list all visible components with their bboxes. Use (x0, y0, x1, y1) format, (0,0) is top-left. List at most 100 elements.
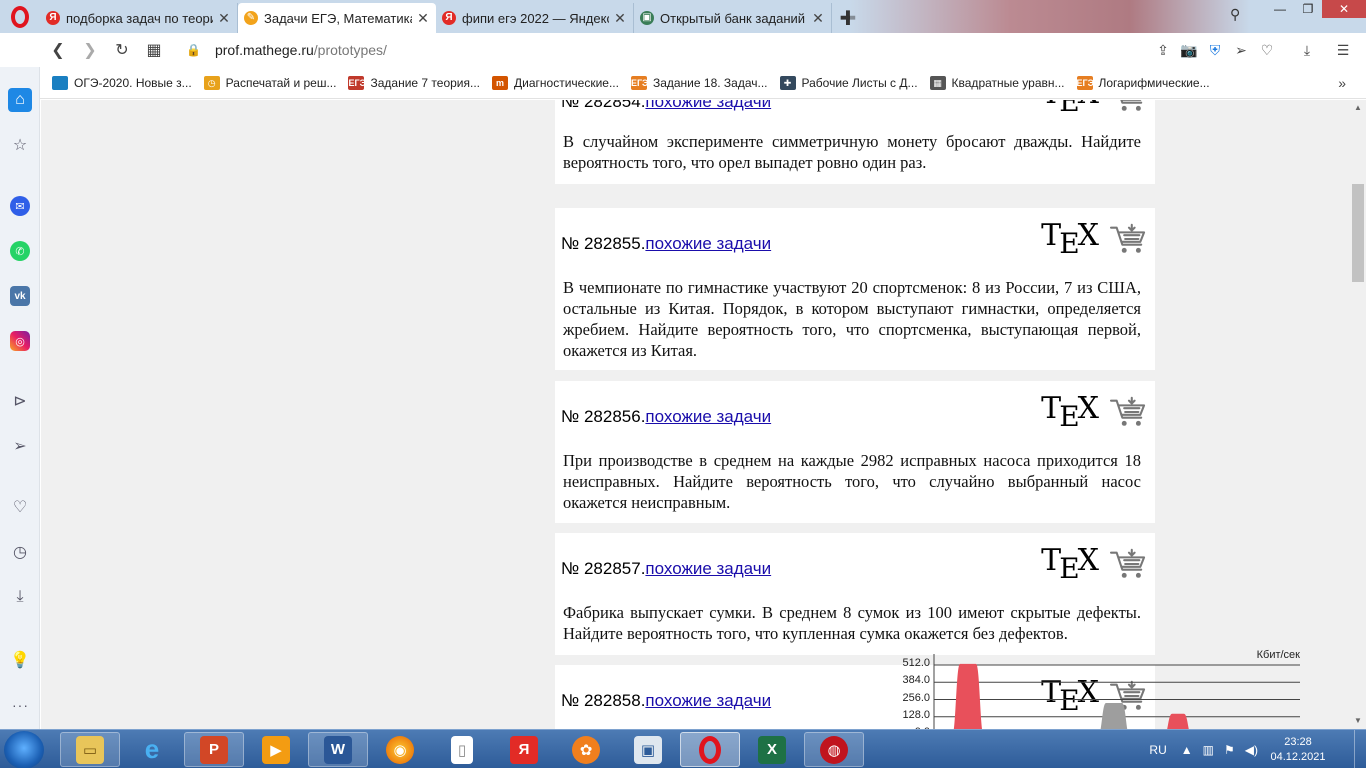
word-taskbar-button[interactable]: W (308, 732, 368, 767)
media-taskbar-button[interactable]: ▶ (246, 732, 306, 767)
notepad-taskbar-button[interactable]: ▯ (432, 732, 492, 767)
ie-taskbar-button[interactable]: e (122, 732, 182, 767)
downloads-icon[interactable]: ⤓ (8, 585, 32, 609)
whatsapp-icon[interactable]: ✆ (10, 241, 30, 261)
similar-problems-link[interactable]: похожие задачи (645, 100, 771, 111)
bookmark-label: Квадратные уравн... (951, 75, 1065, 90)
browser-tab[interactable]: Яфипи егэ 2022 — Яндекс: ✕ (436, 3, 634, 33)
favorites-heart-icon[interactable]: ♡ (8, 495, 32, 519)
clock-date: 04.12.2021 (1270, 750, 1326, 763)
bookmark-item[interactable]: ЕГЭ Логарифмические... (1076, 75, 1210, 90)
close-tab-icon[interactable]: ✕ (217, 10, 231, 27)
start-button[interactable] (4, 731, 44, 768)
scrollbar-thumb[interactable] (1352, 184, 1364, 282)
tab-title: подборка задач по теории (66, 10, 213, 26)
close-tab-icon[interactable]: ✕ (416, 10, 430, 27)
tex-button[interactable]: TEX (1041, 391, 1099, 433)
maximize-button[interactable]: ❐ (1294, 0, 1322, 18)
problem-number: № 282858. (561, 691, 646, 710)
add-to-cart-icon[interactable] (1109, 100, 1147, 114)
bookmarks-more-icon[interactable]: » (1338, 75, 1346, 91)
similar-problems-link[interactable]: похожие задачи (645, 691, 771, 710)
forward-button[interactable]: ❯ (74, 33, 106, 67)
bulb-icon[interactable]: 💡 (8, 648, 32, 672)
browser-tab[interactable]: Яподборка задач по теории ✕ (40, 3, 238, 33)
tex-letter-t: T (1041, 543, 1061, 578)
messenger-icon[interactable]: ✉ (10, 196, 30, 216)
bookmark-label: Задание 18. Задач... (652, 75, 768, 90)
add-to-cart-icon[interactable] (1109, 395, 1147, 429)
add-to-cart-icon[interactable] (1109, 547, 1147, 581)
snapshot-icon[interactable]: 📷 (1176, 42, 1202, 59)
player-icon[interactable]: ⊳ (8, 389, 32, 413)
scroll-up-icon[interactable]: ▲ (1350, 100, 1366, 116)
easy-setup-icon[interactable]: ☰ (1330, 42, 1356, 59)
bookmark-item[interactable]: ОГЭ-2020. Новые з... (52, 75, 192, 90)
close-tab-icon[interactable]: ✕ (811, 10, 825, 27)
close-tab-icon[interactable]: ✕ (613, 10, 627, 27)
bookmark-item[interactable]: ✚ Рабочие Листы с Д... (779, 75, 918, 90)
excel-taskbar-button[interactable]: X (742, 732, 802, 767)
tray-expand-icon[interactable]: ▲ (1181, 743, 1193, 757)
show-desktop-button[interactable] (1354, 730, 1366, 768)
network-icon[interactable]: ▥ (1203, 743, 1214, 757)
yandex-taskbar-button[interactable]: Я (494, 732, 554, 767)
problem-number: № 282854. (561, 100, 646, 111)
flag-icon[interactable]: ⚑ (1224, 743, 1235, 757)
bookmark-item[interactable]: ЕГЭ Задание 18. Задач... (630, 75, 768, 90)
similar-problems-link[interactable]: похожие задачи (645, 234, 771, 253)
speed-dial-icon[interactable]: ⌂ (8, 88, 32, 112)
app-red-taskbar-button[interactable]: ◍ (804, 732, 864, 767)
opera-menu-button[interactable] (0, 0, 40, 33)
powerpoint-taskbar-button[interactable]: P (184, 732, 244, 767)
film-taskbar-button[interactable]: ✿ (556, 732, 616, 767)
problem-number: № 282855. (561, 234, 646, 253)
similar-problems-link[interactable]: похожие задачи (645, 559, 771, 578)
powerpoint-icon: P (200, 735, 228, 764)
bookmarks-star-icon[interactable]: ☆ (8, 133, 32, 157)
bookmark-item[interactable]: ЕГЭ Задание 7 теория... (348, 75, 480, 90)
bookmark-item[interactable]: ◷ Распечатай и реш... (203, 75, 336, 90)
back-button[interactable]: ❮ (42, 33, 74, 67)
opera-taskbar-button[interactable] (680, 732, 740, 767)
clock[interactable]: 23:28 04.12.2021 (1268, 735, 1328, 765)
tab-search-icon[interactable]: ⚲ (1230, 6, 1240, 23)
sidebar-more-icon[interactable]: ··· (12, 697, 29, 713)
volume-icon[interactable]: ◀) (1245, 743, 1258, 757)
tabs-overview-button[interactable]: ▦ (138, 33, 170, 67)
heart-icon[interactable]: ♡ (1254, 42, 1280, 59)
reload-button[interactable]: ↻ (106, 33, 138, 67)
tex-button[interactable]: TEX (1041, 100, 1099, 118)
tex-letter-t: T (1041, 391, 1061, 426)
firefox-taskbar-button[interactable]: ◉ (370, 732, 430, 767)
minimize-button[interactable]: — (1266, 0, 1294, 18)
similar-problems-link[interactable]: похожие задачи (645, 407, 771, 426)
tex-button[interactable]: TEX (1041, 543, 1099, 585)
ege-icon: ЕГЭ (1076, 75, 1095, 90)
url-field[interactable]: 🔒 prof.mathege.ru/prototypes/ (186, 42, 387, 58)
add-to-cart-icon[interactable] (1109, 222, 1147, 256)
scroll-down-icon[interactable]: ▼ (1350, 713, 1366, 729)
explorer-taskbar-button[interactable]: ▭ (60, 732, 120, 767)
flow-icon[interactable]: ➢ (8, 434, 32, 458)
firefox-icon: ◉ (386, 735, 414, 764)
lock-icon: 🔒 (186, 43, 201, 57)
tex-letter-t: T (1041, 218, 1061, 253)
download-icon[interactable]: ⤓ (1294, 42, 1320, 59)
vpn-shield-icon[interactable]: ⛨ (1202, 42, 1228, 59)
tool-taskbar-button[interactable]: ▣ (618, 732, 678, 767)
bookmark-item[interactable]: ▦ Квадратные уравн... (929, 75, 1065, 90)
bookmark-item[interactable]: m Диагностические... (492, 75, 619, 90)
tex-button[interactable]: TEX (1041, 218, 1099, 260)
share-icon[interactable]: ⇪ (1150, 42, 1176, 59)
language-indicator[interactable]: RU (1149, 743, 1166, 757)
instagram-icon[interactable]: ◎ (10, 331, 30, 351)
close-window-button[interactable]: ✕ (1322, 0, 1366, 18)
browser-tab[interactable]: ▣ Открытый банк заданий Е ✕ (634, 3, 832, 33)
vertical-scrollbar[interactable]: ▲ ▼ (1350, 100, 1366, 729)
fipi-icon: ▣ (640, 11, 654, 25)
vk-icon[interactable]: vk (10, 286, 30, 306)
send-icon[interactable]: ➢ (1228, 42, 1254, 59)
history-clock-icon[interactable]: ◷ (8, 540, 32, 564)
browser-tab[interactable]: ✎ Задачи ЕГЭ, Математика, ✕ (238, 3, 436, 33)
